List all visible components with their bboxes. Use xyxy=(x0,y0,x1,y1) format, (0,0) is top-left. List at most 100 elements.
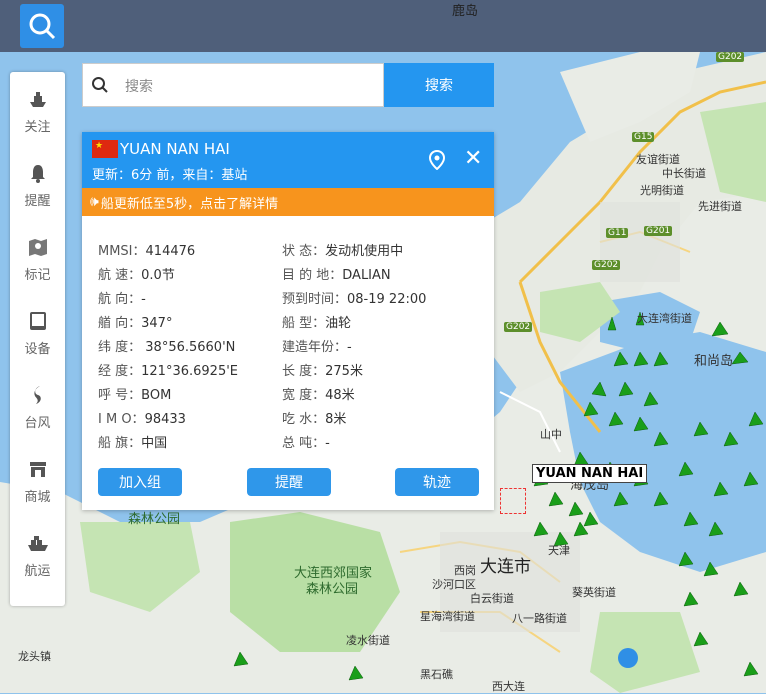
map-label-guangming: 光明街道 xyxy=(640,184,684,197)
bell-icon xyxy=(27,162,49,184)
search-input[interactable] xyxy=(123,74,367,98)
field-row: MMSI：414476 xyxy=(98,240,238,264)
add-group-button[interactable]: 加入组 xyxy=(98,468,182,496)
sidebar-item-label: 台风 xyxy=(24,416,51,431)
field-value: 48米 xyxy=(325,388,355,403)
field-label: MMSI： xyxy=(98,244,146,259)
logo-icon xyxy=(29,13,56,40)
field-row: 状 态：发动机使用中 xyxy=(282,240,426,264)
close-icon[interactable]: ✕ xyxy=(464,148,482,170)
field-row: 宽 度：48米 xyxy=(282,384,426,408)
field-value: 中国 xyxy=(141,436,168,451)
field-row: 建造年份：- xyxy=(282,336,426,360)
field-value: 8米 xyxy=(325,412,347,427)
field-label: 纬 度： xyxy=(98,340,142,355)
china-flag-icon: ★ xyxy=(92,140,118,158)
map-label-city: 大连市 xyxy=(480,557,531,577)
alert-button[interactable]: 提醒 xyxy=(247,468,331,496)
field-label: 船 旗： xyxy=(98,436,142,451)
ship-panel-header: ★ YUAN NAN HAI 更新：6分 前，来自：基站 ✕ xyxy=(82,132,494,188)
map-label-heishijiao: 黑石礁 xyxy=(420,668,453,681)
left-sidebar: 关注 提醒 标记 设备 台风 商城 航运 xyxy=(10,72,65,606)
field-label: 经 度： xyxy=(98,364,142,379)
sidebar-item-markers[interactable]: 标记 xyxy=(10,230,65,290)
field-value: 08-19 22:00 xyxy=(347,292,427,307)
sidebar-item-label: 标记 xyxy=(24,268,51,283)
top-bar: 鹿岛 xyxy=(0,0,766,52)
sidebar-item-label: 提醒 xyxy=(24,194,51,209)
field-value: - xyxy=(141,292,146,307)
map-label-kuiying: 葵英街道 xyxy=(572,586,616,599)
map-label-zhongchang: 中长街道 xyxy=(662,167,706,180)
ship-info-panel: ★ YUAN NAN HAI 更新：6分 前，来自：基站 ✕ 🕪 船更新低至5秒… xyxy=(82,132,494,510)
map-label-tianjin: 天津 xyxy=(548,544,570,557)
search-icon xyxy=(92,77,108,93)
sidebar-item-label: 设备 xyxy=(24,342,51,357)
road-shield: G201 xyxy=(644,226,673,236)
map-label-longtou: 龙头镇 xyxy=(18,650,51,663)
field-value: - xyxy=(347,340,352,355)
field-value: 发动机使用中 xyxy=(325,244,404,259)
field-label: 船 型： xyxy=(282,316,326,331)
ship-name-label[interactable]: YUAN NAN HAI xyxy=(532,464,648,483)
map-place-label: 鹿岛 xyxy=(452,4,479,19)
field-value: 38°56.5660'N xyxy=(141,340,236,355)
field-label: 航 速： xyxy=(98,268,142,283)
map-label-park2: 森林公园 xyxy=(306,582,359,597)
update-notice-bar[interactable]: 🕪 船更新低至5秒，点击了解详情 xyxy=(82,188,494,216)
field-row: I M O：98433 xyxy=(98,408,238,432)
field-label: 状 态： xyxy=(282,244,326,259)
field-value: 275米 xyxy=(325,364,363,379)
field-value: 121°36.6925'E xyxy=(141,364,238,379)
ship-fields-right: 状 态：发动机使用中 目 的 地：DALIAN 预到时间：08-19 22:00… xyxy=(282,240,426,456)
field-row: 长 度：275米 xyxy=(282,360,426,384)
sidebar-item-typhoon[interactable]: 台风 xyxy=(10,378,65,438)
field-value: DALIAN xyxy=(342,268,391,283)
field-row: 总 吨：- xyxy=(282,432,426,456)
field-value: - xyxy=(325,436,330,451)
map-label-lingshui: 凌水街道 xyxy=(346,634,390,647)
ship-follow-icon xyxy=(27,88,49,110)
sidebar-item-devices[interactable]: 设备 xyxy=(10,304,65,364)
ship-fields-left: MMSI：414476 航 速：0.0节 航 向：- 艏 向：347° 纬 度：… xyxy=(98,240,238,456)
map-label-xianjin: 先进街道 xyxy=(698,200,742,213)
field-label: 目 的 地： xyxy=(282,268,343,283)
field-label: 建造年份： xyxy=(282,340,348,355)
road-shield: G202 xyxy=(716,52,745,62)
notice-text: 船更新低至5秒，点击了解详情 xyxy=(100,196,279,212)
locate-pin-icon[interactable] xyxy=(428,150,446,170)
field-value: 414476 xyxy=(145,244,196,259)
sidebar-item-shipping[interactable]: 航运 xyxy=(10,526,65,586)
cargo-ship-icon xyxy=(27,532,49,554)
field-label: 航 向： xyxy=(98,292,142,307)
field-label: I M O： xyxy=(98,412,145,427)
road-shield: G15 xyxy=(632,132,655,142)
sidebar-item-follow[interactable]: 关注 xyxy=(10,82,65,142)
store-icon xyxy=(27,458,49,480)
map-label-bayi: 八一路街道 xyxy=(512,612,567,625)
field-value: BOM xyxy=(141,388,172,403)
sidebar-item-store[interactable]: 商城 xyxy=(10,452,65,512)
field-row: 船 型：油轮 xyxy=(282,312,426,336)
map-label-heshang: 和尚岛 xyxy=(694,354,734,369)
selected-ship-box xyxy=(500,488,526,514)
map-label-dalian-port: 大连湾街道 xyxy=(637,312,692,325)
field-row: 预到时间：08-19 22:00 xyxy=(282,288,426,312)
map-marker-icon xyxy=(27,236,49,258)
field-value: 347° xyxy=(141,316,173,331)
map-label-park-top: 森林公园 xyxy=(128,512,181,527)
road-shield: G202 xyxy=(592,260,621,270)
speaker-icon: 🕪 xyxy=(90,194,99,210)
app-logo[interactable] xyxy=(20,4,64,48)
field-row: 航 向：- xyxy=(98,288,238,312)
sidebar-item-alerts[interactable]: 提醒 xyxy=(10,156,65,216)
field-row: 目 的 地：DALIAN xyxy=(282,264,426,288)
typhoon-icon xyxy=(27,384,49,406)
search-button[interactable]: 搜索 xyxy=(384,63,494,107)
field-row: 经 度：121°36.6925'E xyxy=(98,360,238,384)
map-label-xinghai: 星海湾街道 xyxy=(420,610,475,623)
tablet-icon xyxy=(27,310,49,332)
track-button[interactable]: 轨迹 xyxy=(395,468,479,496)
field-label: 预到时间： xyxy=(282,292,348,307)
map-label-shanzhong: 山中 xyxy=(540,428,562,441)
